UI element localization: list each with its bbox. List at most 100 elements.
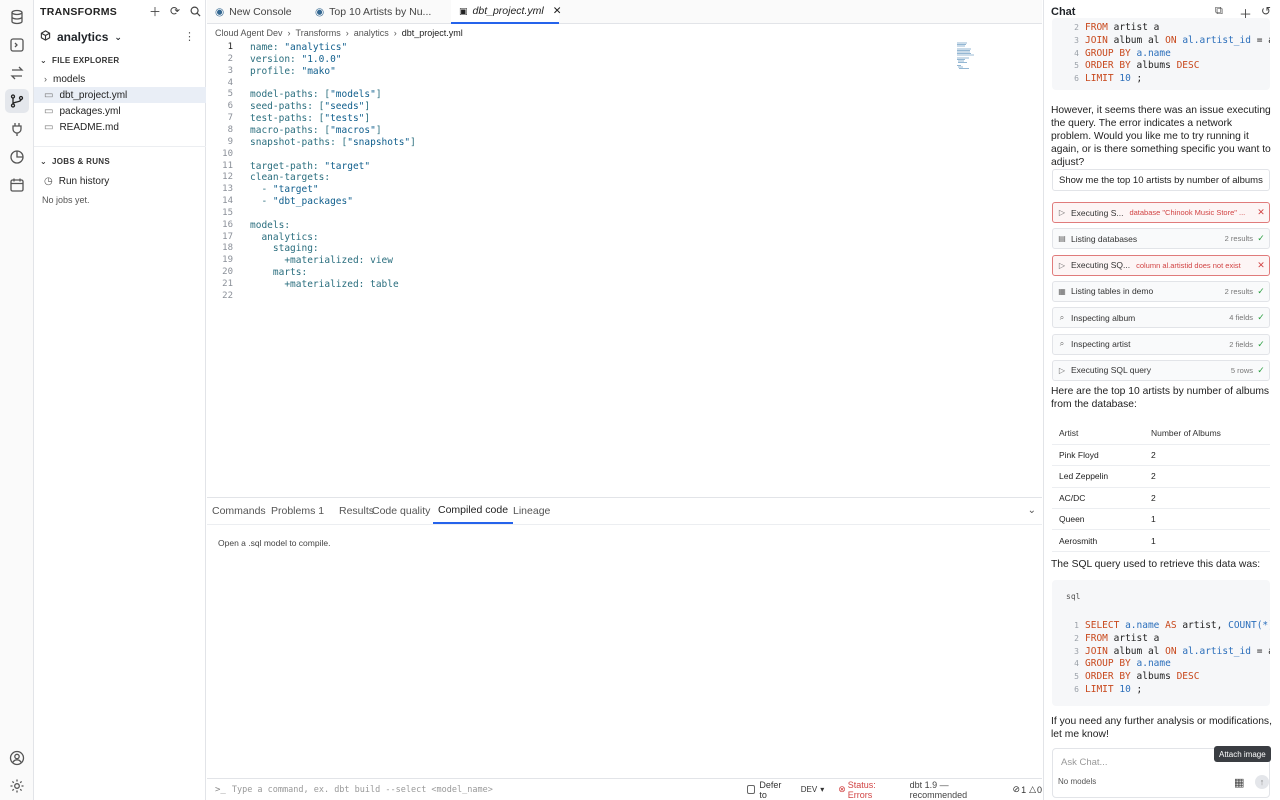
project-selector[interactable]: analytics ⌄	[40, 28, 122, 46]
tree-item-dbt-project[interactable]: ▭ dbt_project.yml	[34, 87, 206, 103]
chart-pie-icon[interactable]	[5, 145, 29, 169]
check-icon: ✓	[1257, 312, 1265, 323]
tab-new-console[interactable]: ◉ New Console	[207, 0, 307, 24]
line-number: 1	[1074, 621, 1079, 630]
code-token: a.name	[1136, 47, 1171, 59]
command-input[interactable]: Type a command, ex. dbt build --select <…	[232, 785, 741, 795]
breadcrumb-item[interactable]: analytics	[354, 28, 389, 38]
tool-step[interactable]: ▷ Executing SQL query 5 rows ✓	[1052, 359, 1270, 381]
bottom-tab[interactable]: Problems 1	[266, 498, 329, 524]
tool-step[interactable]: ▷ Executing SQ... column al.artistid does …	[1052, 254, 1270, 276]
calendar-icon[interactable]	[5, 173, 29, 197]
code-line: test-paths: ["tests"]	[250, 113, 371, 125]
attach-image-icon[interactable]: ▦	[1234, 776, 1244, 789]
error-count[interactable]: 1	[1021, 785, 1026, 795]
breadcrumb-item[interactable]: dbt_project.yml	[402, 28, 463, 38]
defer-checkbox[interactable]	[746, 785, 756, 794]
breadcrumb: Cloud Agent Dev › Transforms › analytics › …	[215, 28, 463, 38]
add-icon[interactable]: ＋	[148, 4, 162, 19]
error-x-icon: ✕	[1257, 259, 1265, 270]
run-history-label: Run history	[58, 175, 110, 187]
database-icon[interactable]	[5, 5, 29, 29]
code-token: ORDER BY	[1085, 671, 1131, 683]
jobs-runs-header[interactable]: ⌄ JOBS & RUNS	[40, 153, 110, 169]
transforms-icon[interactable]	[5, 89, 29, 113]
file-explorer-header[interactable]: ⌄ FILE EXPLORER	[40, 52, 119, 68]
tab-dbt-project[interactable]: ▣ dbt_project.yml ✕	[451, 0, 562, 24]
code-line: version: "1.0.0"	[250, 53, 342, 65]
step-result: 4 fields	[1229, 313, 1253, 323]
code-line: +materialized: table	[250, 279, 399, 290]
tool-step[interactable]: ⌕ Inspecting album 4 fields ✓	[1052, 307, 1270, 329]
tree-item-packages[interactable]: ▭ packages.yml	[34, 103, 206, 119]
breadcrumb-item[interactable]: Transforms	[296, 28, 341, 38]
warning-icon: △	[1029, 784, 1036, 794]
tab-top-artists[interactable]: ◉ Top 10 Artists by Nu...	[307, 0, 447, 24]
column-header[interactable]: Artist	[1052, 423, 1144, 445]
line-number: 9	[227, 136, 233, 147]
tree-item-label: packages.yml	[59, 105, 121, 117]
table-row: Pink Floyd 2	[1052, 444, 1270, 467]
code-line: models:	[250, 219, 291, 231]
code-token: a.name	[1125, 620, 1160, 631]
code-token: DESC	[1176, 671, 1200, 683]
user-icon[interactable]	[5, 746, 29, 770]
table-cell: Led Zeppelin	[1052, 465, 1144, 488]
step-label: Listing databases	[1071, 233, 1138, 244]
warning-count[interactable]: 0	[1037, 785, 1042, 795]
refresh-icon[interactable]: ⟳	[168, 4, 182, 18]
breadcrumb-item[interactable]: Cloud Agent Dev	[215, 28, 283, 38]
line-number: 17	[222, 231, 233, 242]
table-row: AC/DC 2	[1052, 487, 1270, 510]
line-number: 14	[222, 196, 233, 207]
code-line: 5 ORDER BY albums DESC	[1052, 60, 1199, 71]
tool-step[interactable]: ▷ Executing S... database "Chinook Music S…	[1052, 202, 1270, 223]
step-label: Inspecting artist	[1071, 339, 1131, 349]
tool-step[interactable]: ▤ Listing databases 2 results ✓	[1052, 228, 1270, 250]
search-icon: ⌕	[1059, 339, 1065, 348]
dbt-version[interactable]: dbt 1.9 — recommended	[910, 780, 1007, 800]
chevron-down-icon: ⌄	[114, 31, 122, 42]
status-errors[interactable]: Status: Errors	[848, 780, 902, 800]
table-cell: 2	[1143, 465, 1270, 488]
db-icon: ▤	[1058, 234, 1066, 244]
send-arrow-icon[interactable]: ↑	[1255, 775, 1269, 789]
line-number: 3	[227, 65, 233, 76]
transfer-icon[interactable]	[5, 61, 29, 85]
chevron-down-icon: ⌄	[40, 55, 48, 65]
tool-step[interactable]: ⌕ Inspecting artist 2 fields ✓	[1052, 333, 1270, 355]
env-select[interactable]: DEV	[801, 785, 817, 794]
bottom-tab[interactable]: Lineage	[508, 498, 555, 524]
bottom-tab[interactable]: Compiled code	[433, 498, 514, 524]
close-icon[interactable]: ✕	[553, 5, 562, 17]
minimap[interactable]	[957, 42, 977, 70]
copy-icon[interactable]: ⧉	[1215, 5, 1223, 18]
more-vertical-icon[interactable]: ⋮	[184, 30, 195, 43]
code-token: ;	[1136, 684, 1143, 695]
tree-item-models[interactable]: › models	[34, 71, 206, 87]
chat-title: Chat	[1051, 6, 1076, 18]
editor-tabs: ◉ New Console ◉ Top 10 Artists by Nu... ▣ d…	[207, 0, 1042, 24]
code-token: artist,	[1182, 620, 1223, 631]
column-header[interactable]: Number of Albums	[1143, 423, 1270, 445]
code-token: FROM	[1085, 22, 1108, 33]
code-token: albums	[1136, 671, 1171, 683]
tree-item-readme[interactable]: ▭ README.md	[34, 119, 206, 135]
console-icon[interactable]	[5, 33, 29, 57]
error-x-icon: ✕	[1257, 207, 1265, 217]
history-icon[interactable]: ↺	[1261, 4, 1271, 18]
settings-gear-icon[interactable]	[5, 774, 29, 798]
run-history-item[interactable]: ◷ Run history	[34, 173, 206, 189]
plug-icon[interactable]	[5, 117, 29, 141]
bottom-tab[interactable]: Commands	[207, 498, 271, 524]
code-line: seed-paths: ["seeds"]	[250, 101, 371, 113]
tool-step[interactable]: ▦ Listing tables in demo 2 results ✓	[1052, 280, 1270, 302]
chat-input[interactable]: Ask Chat...	[1061, 757, 1107, 768]
chevron-down-icon[interactable]: ⌄	[1028, 505, 1036, 516]
model-select[interactable]: No models	[1058, 777, 1096, 786]
code-editor[interactable]: 1 name: "analytics" 2 version: "1.0.0" 3 prof…	[207, 40, 1042, 495]
bottom-tab[interactable]: Code quality	[367, 498, 435, 524]
line-number: 13	[222, 184, 233, 195]
search-icon[interactable]	[188, 4, 202, 18]
assistant-message-error: However, it seems there was an issue exe…	[1051, 105, 1271, 168]
